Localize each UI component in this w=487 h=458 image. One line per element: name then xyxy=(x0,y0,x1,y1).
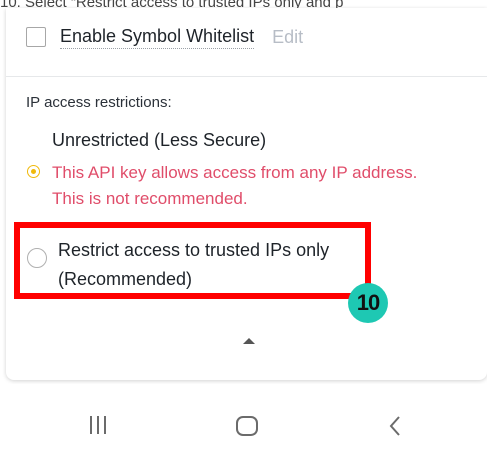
api-settings-card: Enable Symbol Whitelist Edit IP access r… xyxy=(6,8,487,380)
warning-line-1: This API key allows access from any IP a… xyxy=(52,163,418,182)
chevron-up-icon[interactable] xyxy=(243,338,255,344)
unrestricted-radio[interactable] xyxy=(27,165,40,178)
unrestricted-warning: This API key allows access from any IP a… xyxy=(52,160,482,212)
back-icon[interactable] xyxy=(388,414,402,438)
step-number-badge: 10 xyxy=(348,283,388,323)
edit-whitelist-link[interactable]: Edit xyxy=(272,27,303,48)
android-nav-bar xyxy=(0,384,487,458)
step-highlight-box xyxy=(14,222,371,299)
ip-restrictions-title: IP access restrictions: xyxy=(26,94,172,111)
home-icon[interactable] xyxy=(236,416,258,436)
symbol-whitelist-row: Enable Symbol Whitelist Edit xyxy=(26,24,303,50)
symbol-whitelist-checkbox[interactable] xyxy=(26,27,46,47)
section-divider xyxy=(6,76,487,77)
symbol-whitelist-label[interactable]: Enable Symbol Whitelist xyxy=(60,25,255,49)
unrestricted-option-label[interactable]: Unrestricted (Less Secure) xyxy=(52,130,266,151)
recents-icon[interactable] xyxy=(90,416,106,434)
warning-line-2: This is not recommended. xyxy=(52,189,248,208)
